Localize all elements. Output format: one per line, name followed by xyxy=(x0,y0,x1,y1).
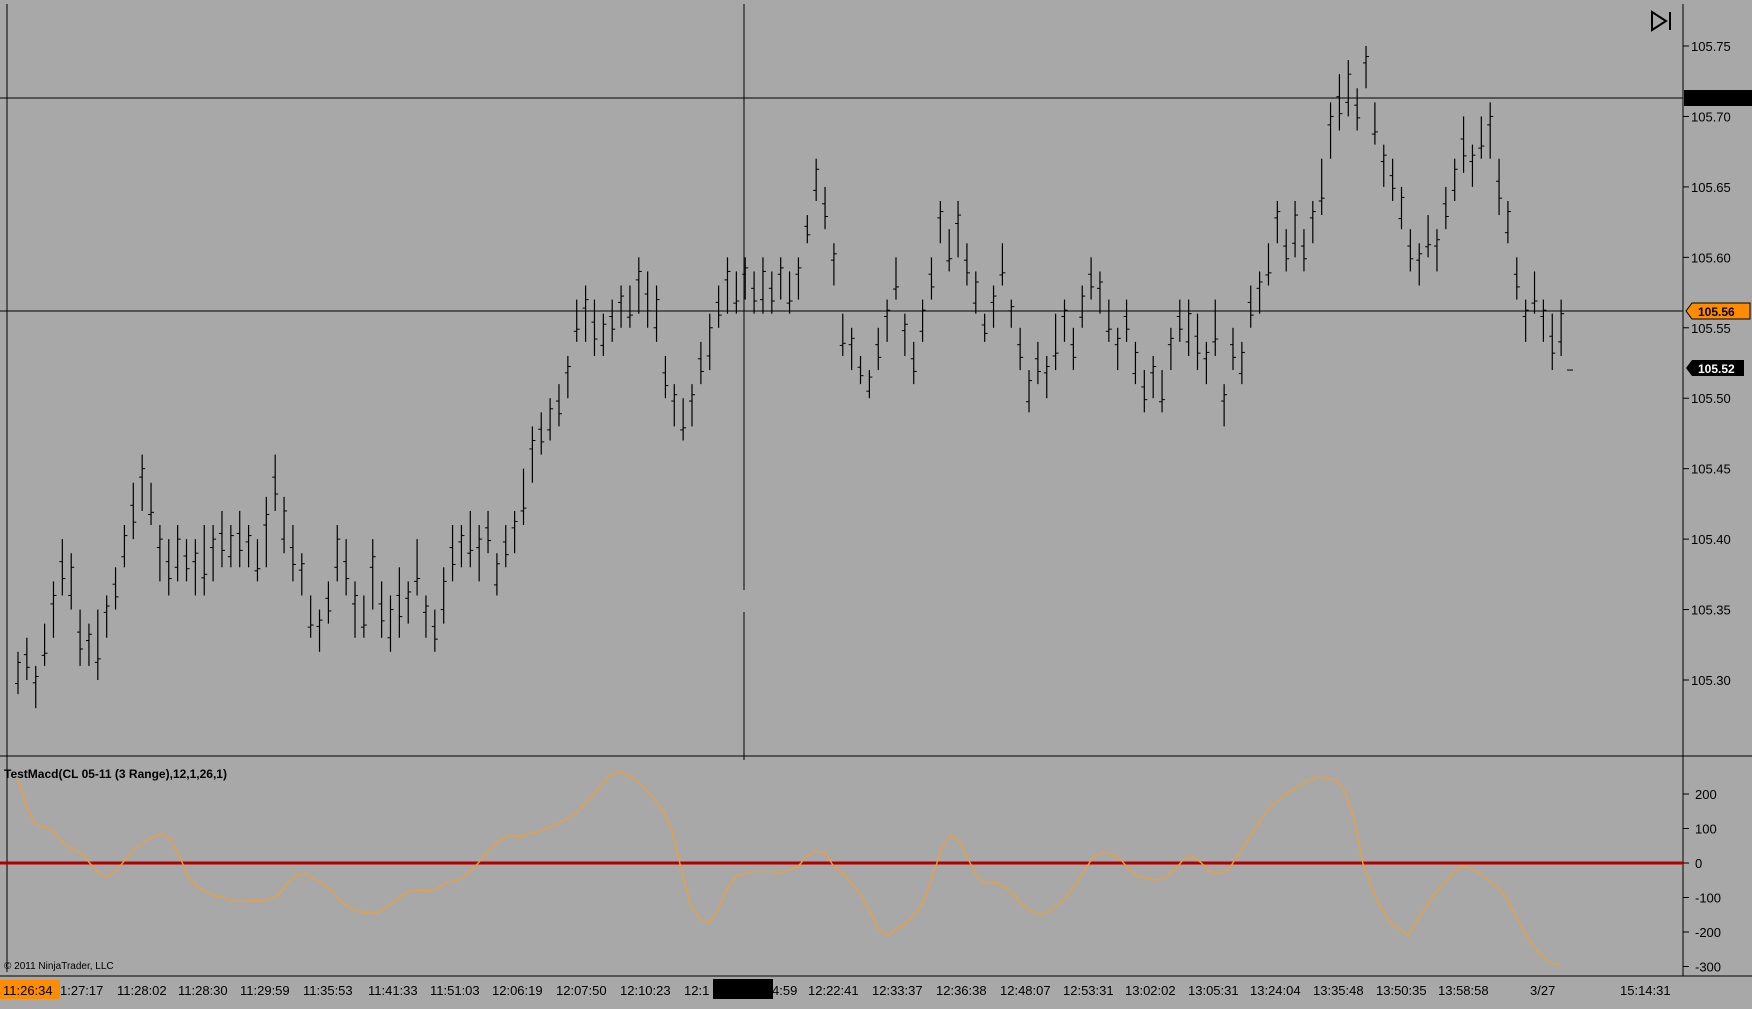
cursor-time-tag-text: 11:26:34 xyxy=(3,983,53,998)
time-axis-label: 13:24:04 xyxy=(1250,983,1301,998)
current-price-tag-text: 105.52 xyxy=(1698,362,1735,376)
time-axis-label: 12:10:23 xyxy=(620,983,671,998)
macd-axis: 200 100 0 -100 -200 -300 xyxy=(1683,787,1721,975)
time-axis-label: 12:07:50 xyxy=(556,983,607,998)
time-axis-label: 12:33:37 xyxy=(872,983,923,998)
current-price-tag: 105.52 xyxy=(1686,360,1744,376)
time-axis-label: 13:02:02 xyxy=(1125,983,1176,998)
time-axis-label: 11:41:33 xyxy=(368,983,418,998)
price-tick-label: 105.65 xyxy=(1691,180,1731,195)
price-tick-label: 105.75 xyxy=(1691,39,1731,54)
time-axis-label: 4:59 xyxy=(772,983,797,998)
price-tick-label: 105.35 xyxy=(1691,603,1731,618)
macd-tick-label: 100 xyxy=(1695,822,1717,837)
time-axis-label: 12:1 xyxy=(684,983,709,998)
price-tick-label: 105.55 xyxy=(1691,321,1731,336)
price-panel[interactable] xyxy=(0,4,1683,760)
top-marker-tag xyxy=(1684,90,1752,106)
time-axis-label: 12:22:41 xyxy=(808,983,859,998)
time-axis-label: 15:14:31 xyxy=(1620,983,1671,998)
time-axis-label: 3/27 xyxy=(1530,983,1555,998)
time-axis-label: 11:51:03 xyxy=(430,983,480,998)
macd-tick-label: -300 xyxy=(1695,960,1721,975)
time-axis-label: 13:35:48 xyxy=(1313,983,1364,998)
macd-panel-title: TestMacd(CL 05-11 (3 Range),12,1,26,1) xyxy=(4,767,227,781)
time-axis-label: 11:28:02 xyxy=(117,983,167,998)
price-tick-label: 105.70 xyxy=(1691,109,1731,124)
time-axis-label: 12:48:07 xyxy=(1000,983,1051,998)
macd-tick-label: 200 xyxy=(1695,787,1717,802)
macd-tick-label: -100 xyxy=(1695,891,1721,906)
time-axis-cursor-box xyxy=(713,979,773,999)
price-tick-label: 105.50 xyxy=(1691,391,1731,406)
price-tick-label: 105.45 xyxy=(1691,462,1731,477)
price-panel-background xyxy=(7,4,1683,756)
copyright-text: © 2011 NinjaTrader, LLC xyxy=(4,961,114,972)
time-axis-label: 1:27:17 xyxy=(60,983,103,998)
time-axis-label: 12:36:38 xyxy=(936,983,987,998)
macd-line xyxy=(17,770,1561,966)
time-axis-label: 11:28:30 xyxy=(178,983,228,998)
time-axis-label: 13:05:31 xyxy=(1188,983,1239,998)
macd-tick-label: -200 xyxy=(1695,925,1721,940)
price-tick-label: 105.40 xyxy=(1691,532,1731,547)
price-tick-label: 105.60 xyxy=(1691,250,1731,265)
cursor-price-tag: 105.56 xyxy=(1685,302,1751,320)
trading-chart[interactable]: 105.30 105.35 105.40 105.45 105.50 105.55 105.… xyxy=(0,0,1752,1009)
time-axis-label: 11:29:59 xyxy=(240,983,290,998)
time-axis: 11:26:34 1:27:17 11:28:02 11:28:30 11:29:59… xyxy=(0,979,1671,999)
time-axis-label: 13:50:35 xyxy=(1376,983,1427,998)
time-axis-labels: 1:27:17 11:28:02 11:28:30 11:29:59 11:35:53 1… xyxy=(60,983,1671,998)
time-axis-label: 13:58:58 xyxy=(1438,983,1489,998)
time-axis-label: 11:35:53 xyxy=(303,983,353,998)
cursor-price-tag-text: 105.56 xyxy=(1698,305,1735,319)
macd-tick-label: 0 xyxy=(1695,856,1702,871)
price-tick-label: 105.30 xyxy=(1691,673,1731,688)
macd-panel[interactable]: TestMacd(CL 05-11 (3 Range),12,1,26,1) 2… xyxy=(0,767,1721,975)
time-axis-label: 12:06:19 xyxy=(492,983,543,998)
time-axis-label: 12:53:31 xyxy=(1063,983,1114,998)
